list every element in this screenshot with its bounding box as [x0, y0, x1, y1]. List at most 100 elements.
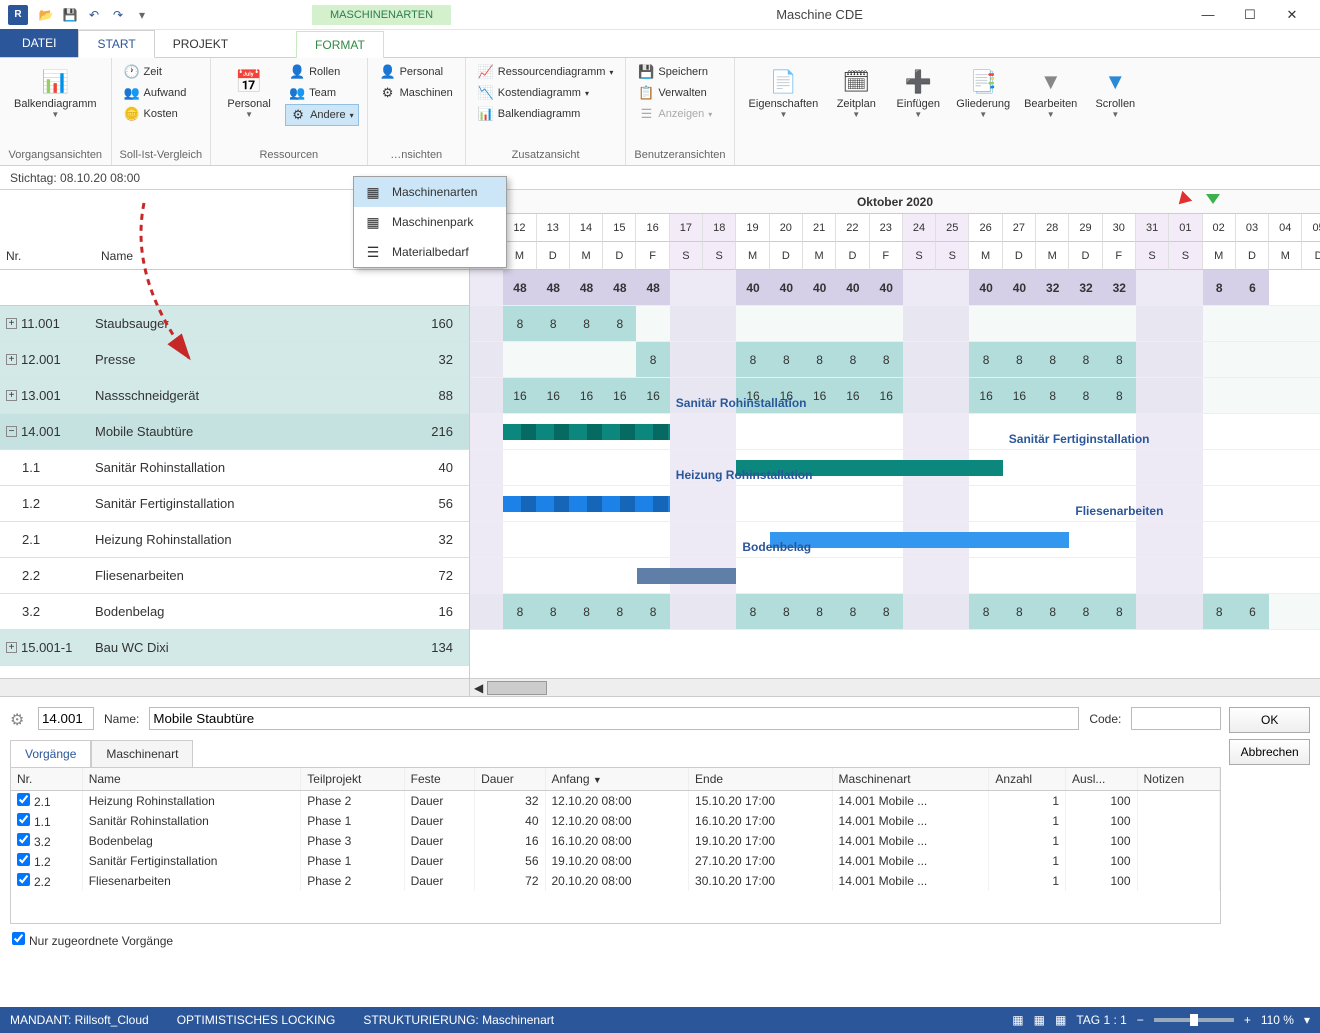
kosten-button[interactable]: 🪙Kosten — [120, 104, 191, 124]
details-row[interactable]: 1.2 Sanitär FertiginstallationPhase 1Dau… — [11, 851, 1220, 871]
personal-button[interactable]: 📅 Personal ▼ — [219, 62, 279, 123]
day-header[interactable]: 21 — [803, 214, 836, 242]
details-col-header[interactable]: Teilprojekt — [301, 768, 404, 791]
details-col-header[interactable]: Name — [82, 768, 301, 791]
expand-toggle[interactable]: + — [6, 642, 17, 653]
gantt-row[interactable]: Bodenbelag — [470, 558, 1320, 594]
day-header[interactable]: 19 — [736, 214, 769, 242]
details-name-input[interactable] — [149, 707, 1079, 730]
balkendiagramm-button[interactable]: 📊 Balkendiagramm ▼ — [8, 62, 103, 123]
rollen-button[interactable]: 👤Rollen — [285, 62, 359, 82]
details-col-header[interactable]: Ende — [689, 768, 833, 791]
gantt-row[interactable]: Sanitär Rohinstallation — [470, 414, 1320, 450]
table-row[interactable]: +13.001Nassschneidgerät88 — [0, 378, 469, 414]
qat-open-icon[interactable]: 📂 — [36, 5, 56, 25]
details-row[interactable]: 2.1 Heizung RohinstallationPhase 2Dauer … — [11, 791, 1220, 812]
table-row[interactable]: +12.001Presse32 — [0, 342, 469, 378]
day-header[interactable]: 12 — [503, 214, 536, 242]
qat-save-icon[interactable]: 💾 — [60, 5, 80, 25]
details-col-header[interactable]: Dauer — [475, 768, 545, 791]
gantt-row[interactable]: 8888 — [470, 306, 1320, 342]
day-header[interactable]: 01 — [1169, 214, 1202, 242]
row-checkbox[interactable] — [17, 853, 30, 866]
minimize-button[interactable]: — — [1188, 3, 1228, 27]
qat-customize-icon[interactable]: ▾ — [132, 5, 152, 25]
day-header[interactable]: 22 — [836, 214, 869, 242]
status-icon2[interactable]: ▦ — [1034, 1013, 1045, 1027]
gantt-bar[interactable] — [637, 568, 737, 584]
table-row[interactable]: 1.1Sanitär Rohinstallation40 — [0, 450, 469, 486]
andere-button[interactable]: ⚙Andere ▾ — [285, 104, 359, 126]
details-row[interactable]: 1.1 Sanitär RohinstallationPhase 1Dauer … — [11, 811, 1220, 831]
scrollen-button[interactable]: ▼Scrollen▼ — [1085, 62, 1145, 123]
zeitplan-button[interactable]: 🗓Zeitplan▼ — [826, 62, 886, 123]
status-icon1[interactable]: ▦ — [1012, 1013, 1023, 1027]
details-row[interactable]: 3.2 BodenbelagPhase 3Dauer 1616.10.20 08… — [11, 831, 1220, 851]
qat-undo-icon[interactable]: ↶ — [84, 5, 104, 25]
details-col-header[interactable]: Feste — [404, 768, 474, 791]
menu-maschinenarten[interactable]: ▦Maschinenarten — [354, 177, 506, 207]
left-grid-rows[interactable]: +11.001Staubsauger160+12.001Presse32+13.… — [0, 270, 469, 678]
table-row[interactable]: 2.1Heizung Rohinstallation32 — [0, 522, 469, 558]
details-col-header[interactable]: Nr. — [11, 768, 82, 791]
gantt-row[interactable]: 88888888888 — [470, 342, 1320, 378]
zoom-slider[interactable] — [1154, 1018, 1234, 1022]
gantt-panel[interactable]: Oktober 2020 111213141516171819202122232… — [470, 190, 1320, 678]
maximize-button[interactable]: ☐ — [1230, 3, 1270, 27]
day-header[interactable]: 02 — [1203, 214, 1236, 242]
day-header[interactable]: 27 — [1003, 214, 1036, 242]
tab-start[interactable]: START — [78, 30, 154, 58]
day-header[interactable]: 18 — [703, 214, 736, 242]
aufwand-button[interactable]: 👥Aufwand — [120, 83, 191, 103]
row-checkbox[interactable] — [17, 833, 30, 846]
details-table[interactable]: Nr.NameTeilprojektFesteDauerAnfang ▼Ende… — [10, 767, 1221, 924]
einfuegen-button[interactable]: ➕Einfügen▼ — [888, 62, 948, 123]
day-header[interactable]: 03 — [1236, 214, 1269, 242]
zeit-button[interactable]: 🕐Zeit — [120, 62, 191, 82]
ressourcendiagramm-button[interactable]: 📈Ressourcendiagramm ▾ — [474, 62, 618, 82]
details-row[interactable]: 2.2 FliesenarbeitenPhase 2Dauer 7220.10.… — [11, 871, 1220, 891]
day-header[interactable]: 14 — [570, 214, 603, 242]
gantt-bar[interactable] — [770, 532, 1070, 548]
table-row[interactable]: 3.2Bodenbelag16 — [0, 594, 469, 630]
day-header[interactable]: 13 — [537, 214, 570, 242]
day-header[interactable]: 30 — [1103, 214, 1136, 242]
status-icon3[interactable]: ▦ — [1055, 1013, 1066, 1027]
day-header[interactable]: 16 — [636, 214, 669, 242]
gantt-row[interactable]: Heizung Rohinstallation — [470, 486, 1320, 522]
day-header[interactable]: 15 — [603, 214, 636, 242]
only-assigned-check[interactable]: Nur zugeordnete Vorgänge — [10, 924, 1221, 956]
day-header[interactable]: 24 — [903, 214, 936, 242]
close-button[interactable]: ✕ — [1272, 3, 1312, 27]
anzeigen-button[interactable]: ☰Anzeigen ▾ — [634, 104, 716, 124]
speichern-button[interactable]: 💾Speichern — [634, 62, 716, 82]
gliederung-button[interactable]: 📑Gliederung▼ — [950, 62, 1016, 123]
expand-toggle[interactable]: + — [6, 354, 17, 365]
team-button[interactable]: 👥Team — [285, 83, 359, 103]
ok-button[interactable]: OK — [1229, 707, 1310, 733]
table-row[interactable]: +11.001Staubsauger160 — [0, 306, 469, 342]
verwalten-button[interactable]: 📋Verwalten — [634, 83, 716, 103]
menu-maschinenpark[interactable]: ▦Maschinenpark — [354, 207, 506, 237]
menu-materialbedarf[interactable]: ☰Materialbedarf — [354, 237, 506, 267]
tab-projekt[interactable]: PROJEKT — [155, 31, 246, 57]
details-id-input[interactable] — [38, 707, 94, 730]
gantt-row[interactable]: 161616161616161616161616888 — [470, 378, 1320, 414]
gantt-bar[interactable] — [503, 496, 670, 512]
col-name[interactable]: Name — [95, 243, 389, 269]
day-header[interactable]: 23 — [870, 214, 903, 242]
gantt-bar[interactable] — [503, 424, 670, 440]
row-checkbox[interactable] — [17, 793, 30, 806]
gantt-row[interactable]: Sanitär Fertiginstallation — [470, 450, 1320, 486]
kostendiagramm-button[interactable]: 📉Kostendiagramm ▾ — [474, 83, 618, 103]
row-checkbox[interactable] — [17, 873, 30, 886]
gantt-body[interactable]: 4848484848404040404040403232328688888888… — [470, 270, 1320, 630]
personal2-button[interactable]: 👤Personal — [376, 62, 457, 82]
zoom-in[interactable]: + — [1244, 1013, 1251, 1027]
details-col-header[interactable]: Anzahl — [989, 768, 1066, 791]
day-header[interactable]: 29 — [1069, 214, 1102, 242]
details-col-header[interactable]: Notizen — [1137, 768, 1220, 791]
day-header[interactable]: 05 — [1302, 214, 1320, 242]
day-header[interactable]: 04 — [1269, 214, 1302, 242]
table-row[interactable]: 1.2Sanitär Fertiginstallation56 — [0, 486, 469, 522]
